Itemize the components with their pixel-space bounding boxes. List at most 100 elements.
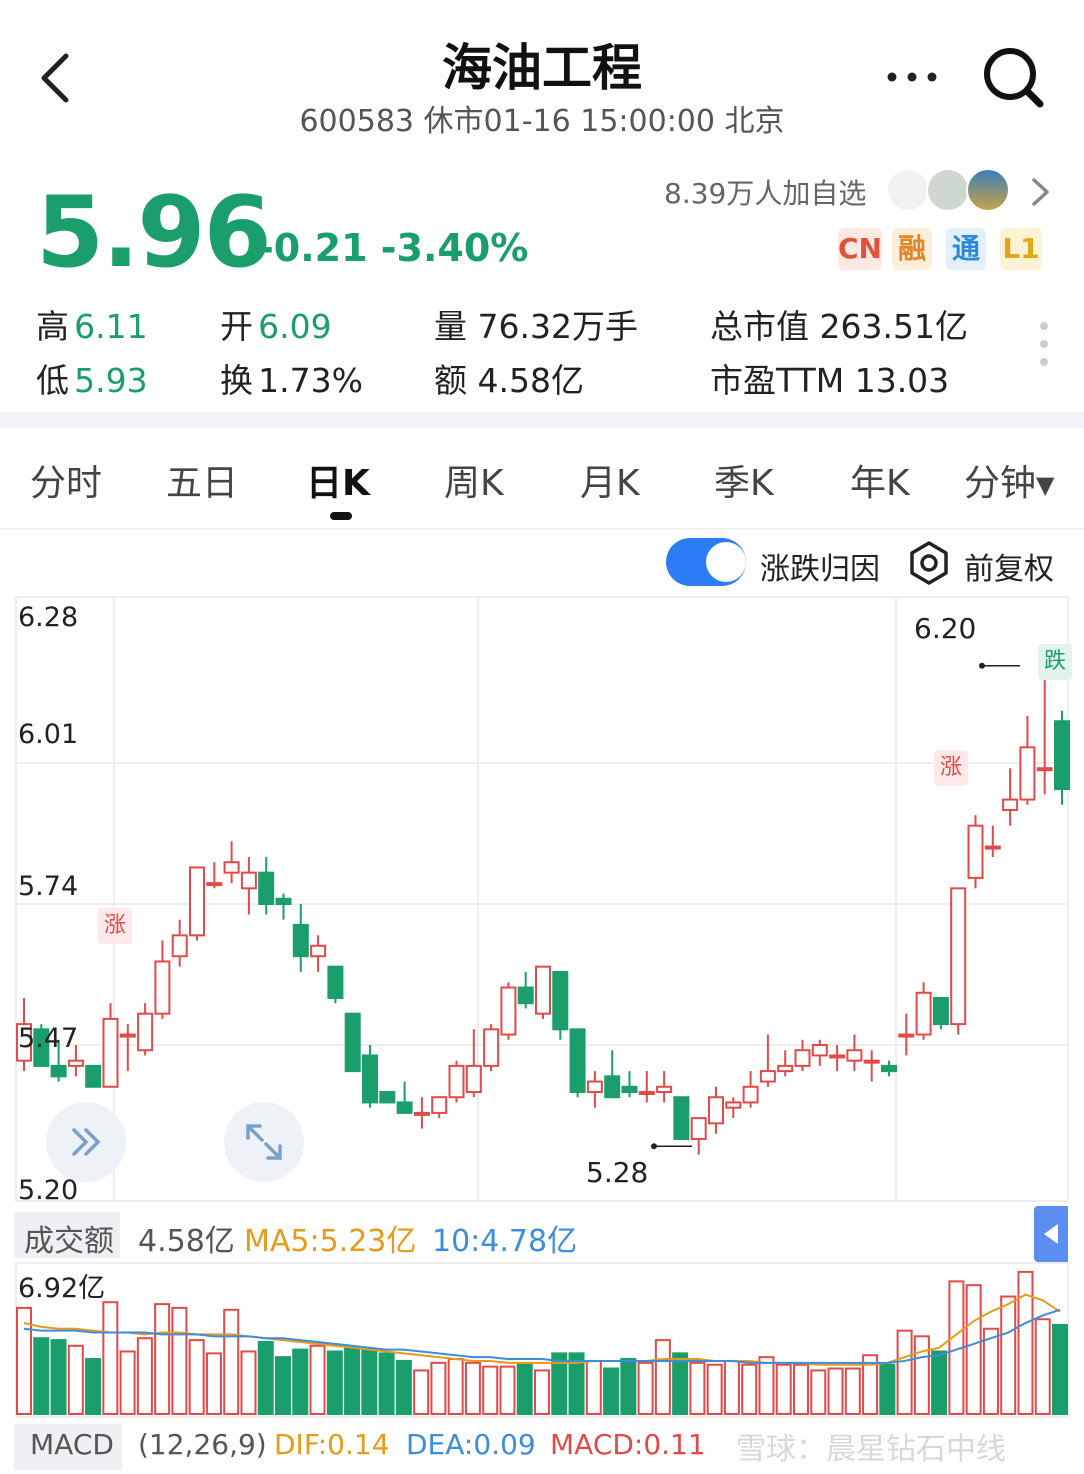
- candle-body: [984, 845, 1001, 850]
- volume-bar: [171, 1306, 188, 1415]
- fullscreen-button[interactable]: [224, 1102, 304, 1182]
- candle-body: [673, 1096, 690, 1141]
- stat-turnover: 换 1.73%: [220, 361, 363, 400]
- candle-body: [846, 1049, 863, 1062]
- candle-body: [189, 866, 205, 937]
- volume-bar: [689, 1361, 706, 1415]
- tab-yearly-k[interactable]: 年K: [850, 454, 910, 506]
- candle-body: [1019, 746, 1036, 801]
- candle-body: [362, 1054, 378, 1104]
- candle-body: [517, 986, 534, 1005]
- candle-body: [344, 1012, 361, 1073]
- volume-bar: [982, 1327, 999, 1415]
- followers-count[interactable]: 8.39万人加自选: [664, 172, 866, 212]
- chart-frame: [15, 596, 1069, 1202]
- tab-five-day[interactable]: 五日: [166, 454, 238, 506]
- y-tick-label: 5.74: [18, 871, 79, 902]
- avatar[interactable]: [966, 168, 1010, 212]
- volume-chart[interactable]: [0, 1262, 1084, 1418]
- volume-bar: [326, 1350, 343, 1416]
- macd-label[interactable]: MACD: [30, 1428, 114, 1461]
- candle-body: [431, 1096, 448, 1114]
- macd-dea: DEA:0.09: [406, 1428, 536, 1461]
- volume-ma10: 10:4.78亿: [432, 1224, 578, 1259]
- volume-bar: [1052, 1323, 1068, 1416]
- candle-body: [932, 997, 949, 1026]
- volume-bar: [361, 1348, 378, 1415]
- fall-tag[interactable]: 跌: [1038, 644, 1072, 680]
- watermark: 雪球：晨星钻石中线: [736, 1432, 1006, 1467]
- candle-body: [206, 882, 223, 887]
- candle-body: [1036, 767, 1053, 772]
- tab-intraday[interactable]: 分时: [30, 454, 102, 506]
- candle-body: [448, 1064, 465, 1099]
- volume-max-label: 6.92亿: [18, 1273, 106, 1304]
- candlestick-chart[interactable]: [0, 596, 1084, 1206]
- candle-body: [379, 1091, 396, 1104]
- macd-dif: DIF:0.14: [274, 1428, 390, 1461]
- candle-body: [119, 1033, 136, 1038]
- y-tick-label: 5.47: [18, 1023, 79, 1054]
- stat-amount: 额 4.58亿: [434, 361, 584, 400]
- candle-body: [898, 1033, 915, 1038]
- volume-bar: [827, 1367, 844, 1415]
- adjust-settings-icon[interactable]: [906, 540, 952, 586]
- tab-daily-k[interactable]: 日K: [306, 454, 370, 506]
- candle-body: [725, 1101, 742, 1109]
- badge-connect: 通: [946, 228, 986, 270]
- price-adjust-label[interactable]: 前复权: [964, 544, 1054, 588]
- candle-body: [777, 1064, 794, 1073]
- avatar[interactable]: [886, 168, 930, 212]
- expand-dots-icon[interactable]: [1034, 318, 1054, 374]
- candle-body: [794, 1049, 811, 1067]
- volume-bar: [85, 1358, 102, 1416]
- candle-body: [258, 871, 275, 905]
- candle-body: [275, 897, 292, 905]
- volume-bar: [844, 1367, 861, 1415]
- tab-minute[interactable]: 分钟▼: [964, 454, 1054, 506]
- candle-body: [1054, 720, 1070, 791]
- badge-margin: 融: [892, 228, 932, 270]
- tab-monthly-k[interactable]: 月K: [580, 454, 640, 506]
- candle-body: [327, 965, 344, 999]
- tab-weekly-k[interactable]: 周K: [444, 454, 504, 506]
- more-icon[interactable]: [886, 62, 938, 92]
- volume-bar: [723, 1359, 740, 1415]
- candle-body: [967, 824, 984, 879]
- rise-tag[interactable]: 涨: [98, 908, 132, 944]
- candle-body: [171, 934, 188, 958]
- volume-label[interactable]: 成交额: [24, 1216, 114, 1260]
- candle-body: [708, 1096, 724, 1125]
- rise-tag[interactable]: 涨: [934, 750, 968, 786]
- volume-bar: [534, 1369, 550, 1415]
- volume-bar: [603, 1367, 620, 1415]
- chevron-right-icon[interactable]: [1028, 174, 1054, 210]
- double-chevron-right-icon: [72, 1128, 101, 1156]
- stat-volume: 量 76.32万手: [434, 307, 638, 346]
- avatar[interactable]: [926, 168, 970, 212]
- volume-bar: [136, 1337, 153, 1415]
- macd-value: MACD:0.11: [550, 1428, 706, 1461]
- volume-bar: [33, 1337, 50, 1415]
- volume-bar: [931, 1350, 948, 1416]
- expand-icon: [246, 1124, 282, 1160]
- candle-body: [483, 1028, 500, 1067]
- candle-body: [85, 1064, 102, 1088]
- volume-bar: [879, 1363, 896, 1415]
- stat-open: 开 6.09: [220, 307, 332, 346]
- scroll-forward-button[interactable]: [46, 1102, 126, 1182]
- volume-bar: [257, 1341, 274, 1415]
- badge-l1: L1: [1000, 228, 1042, 270]
- volume-bar: [1034, 1318, 1051, 1415]
- volume-bar: [344, 1346, 361, 1415]
- candle-body: [552, 970, 569, 1031]
- search-icon[interactable]: [978, 42, 1048, 112]
- volume-bar: [102, 1301, 119, 1415]
- volume-bar: [913, 1335, 930, 1415]
- side-panel-toggle[interactable]: [1034, 1206, 1068, 1262]
- volume-value: 4.58亿: [138, 1224, 235, 1259]
- volume-bar: [154, 1303, 171, 1415]
- stock-subtitle: 600583 休市01-16 15:00:00 北京: [299, 104, 785, 139]
- toggle-label: 涨跌归因: [760, 552, 880, 587]
- tab-quarterly-k[interactable]: 季K: [714, 454, 774, 506]
